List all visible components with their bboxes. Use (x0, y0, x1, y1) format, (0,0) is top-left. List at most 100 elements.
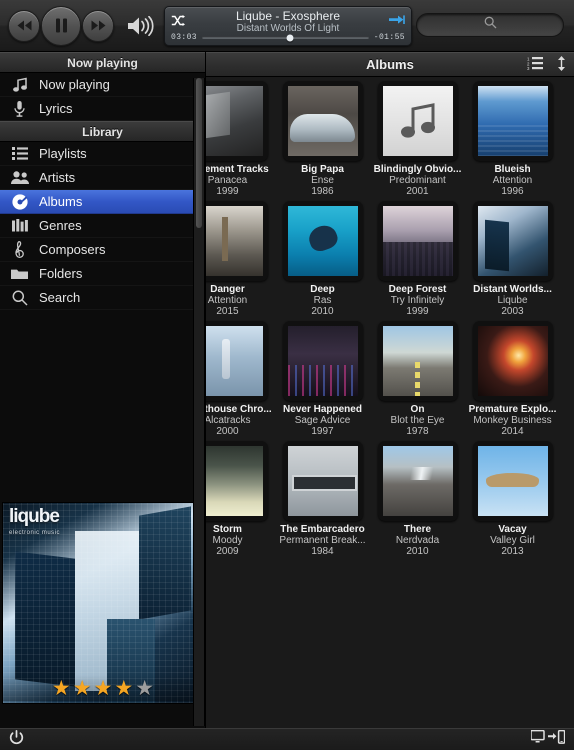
sidebar-item-folders[interactable]: Folders (0, 262, 205, 286)
album-cover (382, 86, 453, 156)
fast-forward-button[interactable] (82, 9, 114, 42)
transport-toolbar: Liqube - Exosphere Distant Worlds Of Lig… (0, 0, 574, 52)
album-title: Never Happened (283, 404, 362, 415)
microphone-icon (9, 100, 30, 118)
album-title: Distant Worlds... (473, 284, 552, 295)
next-track-icon[interactable] (389, 13, 405, 31)
star-5[interactable]: ★ (135, 678, 154, 699)
vertical-scrollbar[interactable] (193, 78, 205, 726)
albums-row: Lighthouse Chro... Alcatracks 2000 Never… (206, 317, 574, 437)
album-artist: Try Infinitely (390, 295, 445, 306)
album-year: 2001 (406, 186, 429, 197)
album-artist: Alcatracks (206, 415, 251, 426)
album-cell[interactable]: Blindingly Obvio... Predominant 2001 (370, 77, 465, 197)
album-cell[interactable]: Lighthouse Chro... Alcatracks 2000 (206, 317, 275, 437)
album-art-frame (377, 81, 458, 161)
sidebar-item-artists[interactable]: Artists (0, 166, 205, 190)
album-cell[interactable]: Blueish Attention 1996 (465, 77, 560, 197)
album-art-frame (472, 441, 553, 521)
header-tools: 1 2 3 (527, 53, 566, 78)
volume-speaker-icon[interactable] (127, 15, 155, 36)
album-artist: Permanent Break... (279, 535, 366, 546)
star-1[interactable]: ★ (52, 678, 71, 699)
shuffle-icon[interactable] (171, 13, 185, 31)
albums-grid[interactable]: Basement Tracks Panacea 1999 Big Papa En… (206, 77, 574, 728)
star-2[interactable]: ★ (73, 678, 92, 699)
star-3[interactable]: ★ (94, 678, 113, 699)
album-cell[interactable]: Distant Worlds... Liqube 2003 (465, 197, 560, 317)
album-cell[interactable]: There Nerdvada 2010 (370, 437, 465, 557)
page-title: Albums (366, 57, 414, 72)
now-playing-artwork[interactable]: liqube electronic music ★ ★ ★ ★ ★ (2, 502, 204, 704)
album-year: 2014 (501, 426, 524, 437)
album-year: 2003 (501, 306, 524, 317)
album-artist: Valley Girl (490, 535, 535, 546)
sidebar-item-lyrics[interactable]: Lyrics (0, 97, 205, 121)
rating-stars[interactable]: ★ ★ ★ ★ ★ (3, 675, 203, 701)
album-cell[interactable]: The Embarcadero Permanent Break... 1984 (275, 437, 370, 557)
album-cover (287, 326, 358, 396)
sidebar-item-label: Lyrics (39, 101, 73, 116)
album-cell[interactable]: Big Papa Ense 1986 (275, 77, 370, 197)
album-cell[interactable]: Danger Attention 2015 (206, 197, 275, 317)
album-year: 1986 (311, 186, 334, 197)
power-icon[interactable] (9, 729, 24, 750)
seek-slider[interactable] (202, 34, 369, 41)
svg-text:3: 3 (527, 66, 530, 70)
album-cell[interactable]: Deep Ras 2010 (275, 197, 370, 317)
album-artist: Sage Advice (294, 415, 351, 426)
album-title: Lighthouse Chro... (206, 404, 272, 415)
album-year: 2009 (216, 546, 239, 557)
sidebar-item-genres[interactable]: Genres (0, 214, 205, 238)
album-cell[interactable]: Deep Forest Try Infinitely 1999 (370, 197, 465, 317)
now-playing-display[interactable]: Liqube - Exosphere Distant Worlds Of Lig… (164, 6, 412, 46)
album-art-frame (472, 81, 553, 161)
album-year: 2010 (406, 546, 429, 557)
sidebar-item-label: Now playing (39, 77, 110, 92)
sidebar-item-playlists[interactable]: Playlists (0, 142, 205, 166)
search-icon (9, 289, 30, 307)
album-title: Danger (210, 284, 245, 295)
album-cell[interactable]: Never Happened Sage Advice 1997 (275, 317, 370, 437)
album-art-frame (472, 201, 553, 281)
transport-controls (0, 5, 155, 46)
sidebar-item-label: Search (39, 290, 81, 305)
search-input[interactable] (416, 13, 564, 37)
album-cell[interactable]: Vacay Valley Girl 2013 (465, 437, 560, 557)
album-cover (206, 326, 263, 396)
album-title: Basement Tracks (206, 164, 269, 175)
remaining-time: -01:55 (373, 33, 405, 42)
album-cell[interactable]: On Blot the Eye 1978 (370, 317, 465, 437)
album-cell[interactable]: Basement Tracks Panacea 1999 (206, 77, 275, 197)
albums-panel: Albums 1 2 3 ement Tracks Panacea 1999 B… (206, 52, 574, 728)
sidebar-item-composers[interactable]: Composers (0, 238, 205, 262)
rewind-button[interactable] (8, 9, 40, 42)
sidebar-item-now-playing[interactable]: Now playing (0, 73, 205, 97)
sidebar-item-label: Folders (39, 266, 83, 281)
album-artist: Moody (212, 535, 243, 546)
album-art-frame (377, 321, 458, 401)
scrollbar-thumb[interactable] (196, 78, 202, 228)
sidebar-item-label: Albums (39, 194, 83, 209)
sort-direction-icon[interactable] (557, 55, 566, 76)
album-art-frame (282, 81, 363, 161)
star-4[interactable]: ★ (114, 678, 133, 699)
album-artist: Attention (207, 295, 248, 306)
sidebar-item-albums[interactable]: Albums (0, 190, 205, 214)
sort-numbered-list-icon[interactable]: 1 2 3 (527, 56, 543, 75)
play-pause-button[interactable] (41, 5, 81, 46)
list-icon (9, 145, 30, 163)
sidebar-item-label: Genres (39, 218, 82, 233)
sidebar-item-search[interactable]: Search (0, 286, 205, 310)
search-icon (484, 16, 497, 34)
seek-handle[interactable] (286, 34, 294, 41)
cast-to-device-icon[interactable] (530, 729, 566, 749)
albums-row: Storm Moody 2009 The Embarcadero Permane… (206, 437, 574, 557)
seek-area: 03:03 -01:55 (171, 33, 405, 42)
album-year: 1996 (501, 186, 524, 197)
album-cell[interactable]: Premature Explo... Monkey Business 2014 (465, 317, 560, 437)
album-cover (287, 206, 358, 276)
album-title: Premature Explo... (468, 404, 557, 415)
album-cell[interactable]: Storm Moody 2009 (206, 437, 275, 557)
album-artist: Liqube (497, 295, 528, 306)
